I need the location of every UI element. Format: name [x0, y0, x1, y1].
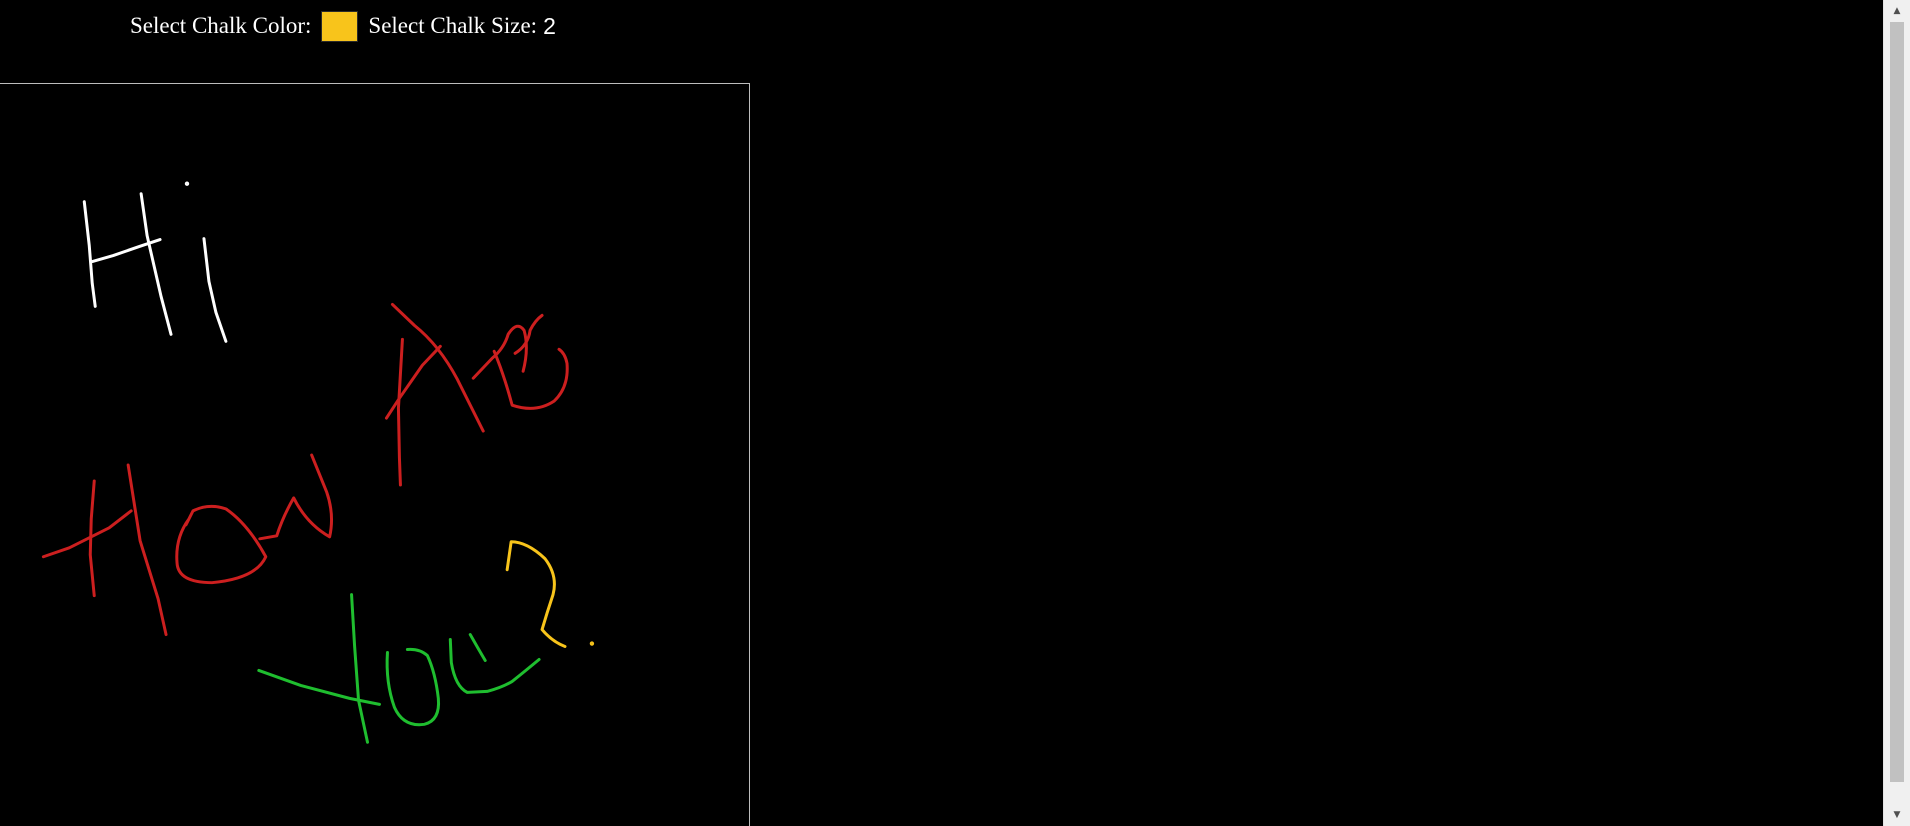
page-scrollbar[interactable]: ▲ ▼: [1883, 0, 1910, 826]
arrow-down-icon[interactable]: ▼: [1884, 804, 1910, 826]
chalk-toolbar: Select Chalk Color: Select Chalk Size: 2: [130, 6, 556, 46]
chalk-color-label: Select Chalk Color:: [130, 13, 312, 38]
stroke-how: [41, 453, 334, 637]
chalk-size-value[interactable]: 2: [543, 13, 556, 40]
chalkboard-canvas[interactable]: [0, 83, 750, 826]
stroke-are: [384, 302, 569, 487]
scroll-thumb[interactable]: [1890, 22, 1904, 782]
arrow-up-icon[interactable]: ▲: [1884, 0, 1910, 22]
stroke-you: [257, 593, 541, 744]
stroke-question-mark: [505, 540, 595, 649]
stroke-hi: [82, 181, 228, 343]
chalk-size-label: Select Chalk Size:: [368, 13, 538, 38]
chalk-color-picker[interactable]: [321, 10, 359, 42]
